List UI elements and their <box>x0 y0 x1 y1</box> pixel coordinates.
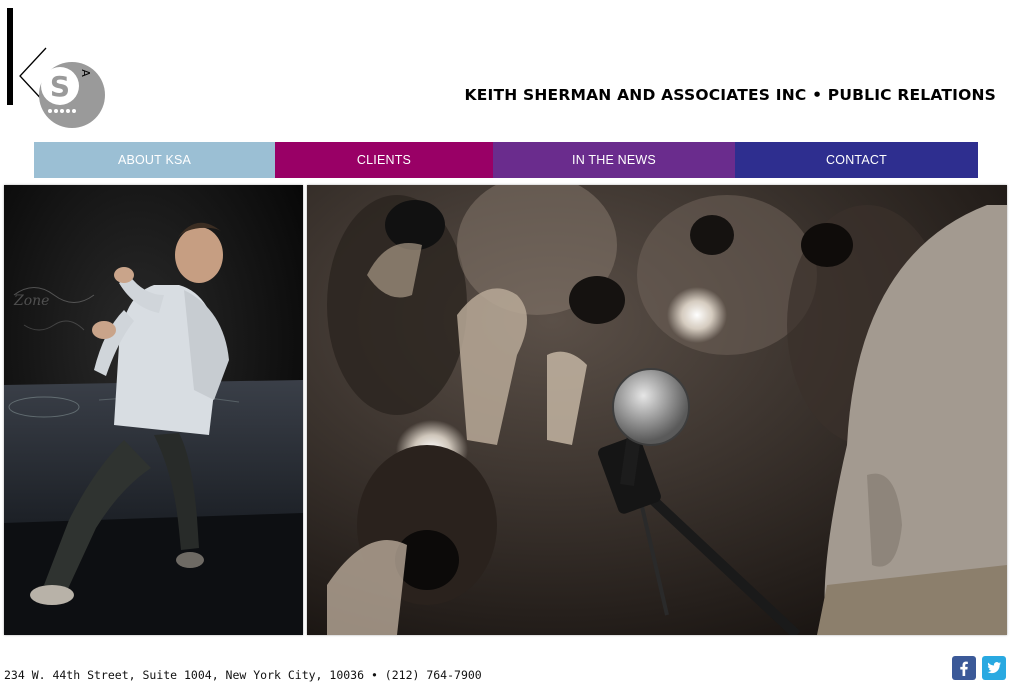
nav-item-clients[interactable]: CLIENTS <box>275 142 493 178</box>
facebook-icon[interactable] <box>952 656 976 680</box>
svg-text:Zone: Zone <box>13 293 49 309</box>
social-links <box>952 656 1006 680</box>
svg-text:S: S <box>50 70 70 103</box>
ksa-logo[interactable]: S A <box>0 0 110 132</box>
press-conference-photo <box>307 185 1007 635</box>
svg-text:A: A <box>79 69 92 77</box>
twitter-icon[interactable] <box>982 656 1006 680</box>
nav-item-news[interactable]: IN THE NEWS <box>493 142 735 178</box>
ksa-logo-mark: S A <box>7 8 105 128</box>
performer-photo: Zone <box>4 185 303 635</box>
nav-item-contact[interactable]: CONTACT <box>735 142 978 178</box>
main-nav: ABOUT KSA CLIENTS IN THE NEWS CONTACT <box>34 142 978 178</box>
nav-item-about[interactable]: ABOUT KSA <box>34 142 275 178</box>
company-tagline: KEITH SHERMAN AND ASSOCIATES INC • PUBLI… <box>464 86 996 104</box>
company-address: 234 W. 44th Street, Suite 1004, New York… <box>4 668 482 682</box>
